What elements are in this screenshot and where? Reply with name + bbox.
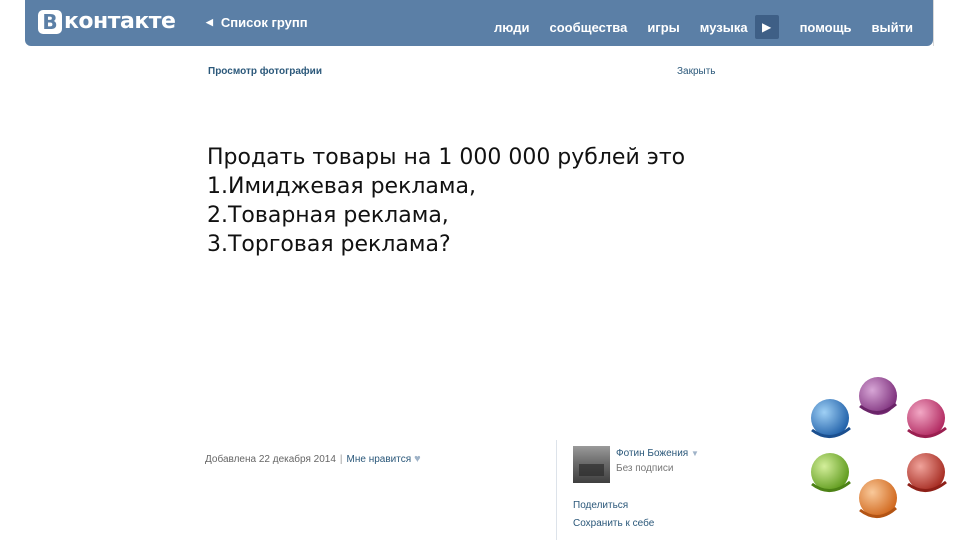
play-icon[interactable]: ▶ (754, 15, 779, 39)
vk-logo[interactable]: В контакте (38, 9, 176, 34)
heart-icon[interactable]: ♥ (414, 453, 421, 465)
slide-line: 3.Торговая реклама? (207, 232, 451, 257)
orange-circle (859, 479, 897, 518)
logo-text: контакте (64, 9, 176, 34)
share-link[interactable]: Поделиться (573, 500, 628, 511)
save-to-profile-link[interactable]: Сохранить к себе (573, 518, 654, 529)
photo-content: Продать товары на 1 000 000 рублей это 1… (207, 143, 685, 259)
decorative-circles-logo (811, 377, 947, 518)
chevron-left-icon: ◀ (206, 17, 213, 27)
added-date: Добавлена 22 декабря 2014 (205, 453, 336, 465)
nav-music[interactable]: музыка (700, 20, 748, 35)
photo-viewer-title: Просмотр фотографии (208, 66, 322, 77)
author-subtitle: Без подписи (616, 463, 674, 474)
dropdown-icon[interactable]: ▼ (691, 449, 699, 458)
close-link[interactable]: Закрыть (677, 66, 716, 77)
back-to-groups-link[interactable]: ◀ Список групп (206, 15, 308, 30)
blue-circle (811, 399, 851, 438)
nav-help[interactable]: помощь (800, 20, 852, 35)
slide-line: 2.Товарная реклама, (207, 203, 449, 228)
back-label: Список групп (220, 15, 308, 30)
meta-separator: | (339, 453, 343, 465)
top-bar: В контакте ◀ Список групп люди сообществ… (25, 0, 933, 46)
main-nav: люди сообщества игры музыка ▶ помощь вый… (494, 15, 913, 39)
slide-line: Продать товары на 1 000 000 рублей это (207, 145, 686, 170)
vertical-divider (556, 440, 557, 540)
pink-circle (907, 399, 947, 438)
nav-logout[interactable]: выйти (872, 20, 913, 35)
green-circle (811, 453, 851, 492)
nav-communities[interactable]: сообщества (549, 20, 627, 35)
red-circle (907, 453, 947, 492)
purple-circle (859, 377, 897, 415)
avatar[interactable] (573, 446, 610, 483)
window-edge (933, 0, 934, 46)
photo-meta: Добавлена 22 декабря 2014 | Мне нравится… (205, 453, 421, 465)
nav-people[interactable]: люди (494, 20, 529, 35)
like-button[interactable]: Мне нравится (347, 454, 412, 465)
slide-line: 1.Имиджевая реклама, (207, 174, 476, 199)
author-name: Фотин Божения (616, 448, 689, 459)
author-link[interactable]: Фотин Божения ▼ (616, 448, 699, 459)
logo-letter: В (38, 9, 62, 34)
nav-games[interactable]: игры (647, 20, 679, 35)
